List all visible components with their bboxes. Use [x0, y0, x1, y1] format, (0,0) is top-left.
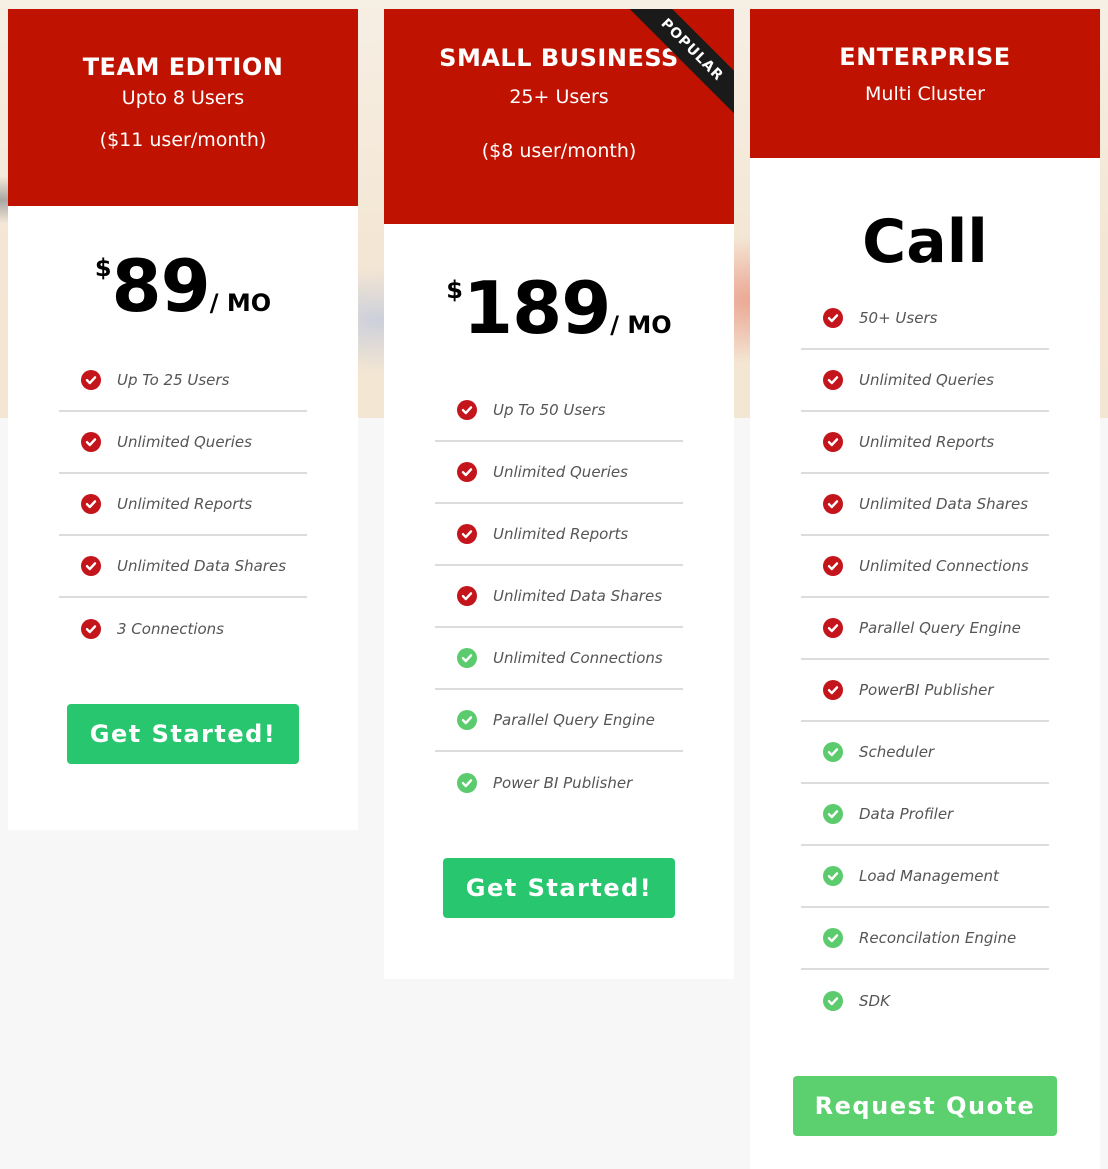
price-amount: 89: [111, 244, 211, 328]
check-circle-icon: [823, 432, 843, 452]
card-header: ENTERPRISE Multi Cluster: [750, 9, 1100, 158]
feature-label: Unlimited Data Shares: [117, 557, 287, 575]
feature-label: Unlimited Queries: [117, 433, 252, 451]
feature-item: Load Management: [801, 846, 1049, 908]
feature-item: PowerBI Publisher: [801, 660, 1049, 722]
feature-item: Reconcilation Engine: [801, 908, 1049, 970]
check-circle-icon: [81, 619, 101, 639]
check-circle-icon: [457, 586, 477, 606]
price-amount: 189: [463, 266, 611, 350]
feature-label: Unlimited Data Shares: [493, 587, 663, 605]
card-header: TEAM EDITION Upto 8 Users ($11 user/mont…: [8, 9, 358, 206]
check-circle-icon: [81, 432, 101, 452]
price-currency: $: [446, 276, 463, 304]
request-quote-button[interactable]: Request Quote: [793, 1076, 1057, 1136]
check-circle-icon: [823, 556, 843, 576]
check-circle-icon: [81, 556, 101, 576]
check-circle-icon: [81, 370, 101, 390]
feature-label: Load Management: [859, 867, 999, 885]
feature-item: Unlimited Data Shares: [801, 474, 1049, 536]
feature-label: Scheduler: [859, 743, 935, 761]
feature-item: Unlimited Connections: [435, 628, 683, 690]
feature-item: 50+ Users: [801, 288, 1049, 350]
feature-item: Unlimited Connections: [801, 536, 1049, 598]
feature-item: Power BI Publisher: [435, 752, 683, 814]
feature-label: Unlimited Data Shares: [859, 495, 1029, 513]
feature-item: Unlimited Data Shares: [59, 536, 307, 598]
check-circle-icon: [823, 928, 843, 948]
feature-item: Unlimited Reports: [59, 474, 307, 536]
check-circle-icon: [457, 462, 477, 482]
feature-label: SDK: [859, 992, 890, 1010]
check-circle-icon: [457, 773, 477, 793]
check-circle-icon: [457, 400, 477, 420]
plan-per-user-price: ($11 user/month): [99, 129, 267, 151]
feature-item: Unlimited Queries: [801, 350, 1049, 412]
feature-item: 3 Connections: [59, 598, 307, 660]
get-started-button[interactable]: Get Started!: [67, 704, 299, 764]
feature-list: Up To 50 Users Unlimited Queries Unlimited…: [435, 380, 683, 814]
price-period: / MO: [610, 311, 672, 339]
check-circle-icon: [457, 524, 477, 544]
feature-label: Up To 50 Users: [493, 401, 606, 419]
check-circle-icon: [457, 648, 477, 668]
price-period: / MO: [209, 289, 272, 317]
feature-item: Up To 25 Users: [59, 350, 307, 412]
feature-item: Data Profiler: [801, 784, 1049, 846]
feature-label: Up To 25 Users: [117, 371, 230, 389]
check-circle-icon: [823, 991, 843, 1011]
feature-label: Data Profiler: [859, 805, 954, 823]
plan-name: TEAM EDITION: [82, 53, 284, 81]
check-circle-icon: [457, 710, 477, 730]
get-started-button[interactable]: Get Started!: [443, 858, 675, 918]
feature-item: Up To 50 Users: [435, 380, 683, 442]
feature-label: Unlimited Connections: [859, 557, 1029, 575]
feature-label: Unlimited Reports: [493, 525, 629, 543]
pricing-card-team-edition: TEAM EDITION Upto 8 Users ($11 user/mont…: [8, 9, 358, 830]
feature-item: Unlimited Reports: [435, 504, 683, 566]
check-circle-icon: [823, 494, 843, 514]
feature-label: PowerBI Publisher: [859, 681, 994, 699]
feature-item: Unlimited Queries: [435, 442, 683, 504]
pricing-card-enterprise: ENTERPRISE Multi Cluster Call 50+ Users U…: [750, 9, 1100, 1169]
feature-label: Parallel Query Engine: [493, 711, 655, 729]
price-currency: $: [94, 254, 112, 282]
check-circle-icon: [823, 804, 843, 824]
check-circle-icon: [823, 370, 843, 390]
feature-label: Power BI Publisher: [493, 774, 633, 792]
feature-label: Reconcilation Engine: [859, 929, 1017, 947]
check-circle-icon: [823, 742, 843, 762]
feature-item: SDK: [801, 970, 1049, 1032]
feature-list: Up To 25 Users Unlimited Queries Unlimited…: [59, 350, 307, 660]
feature-label: 50+ Users: [859, 309, 938, 327]
plan-name: ENTERPRISE: [839, 43, 1011, 71]
plan-price: $89/ MO: [8, 246, 358, 336]
feature-label: Unlimited Reports: [859, 433, 995, 451]
feature-label: Unlimited Connections: [493, 649, 663, 667]
check-circle-icon: [823, 680, 843, 700]
check-circle-icon: [81, 494, 101, 514]
plan-price: $189/ MO: [384, 268, 734, 368]
plan-per-user-price: ($8 user/month): [481, 140, 637, 162]
feature-item: Unlimited Data Shares: [435, 566, 683, 628]
pricing-card-small-business: SMALL BUSINESS 25+ Users ($8 user/month)…: [384, 9, 734, 979]
feature-item: Unlimited Queries: [59, 412, 307, 474]
feature-label: Unlimited Reports: [117, 495, 253, 513]
feature-label: Unlimited Queries: [493, 463, 628, 481]
feature-item: Parallel Query Engine: [435, 690, 683, 752]
plan-subtitle: 25+ Users: [509, 86, 609, 108]
plan-price-call: Call: [862, 207, 988, 277]
feature-label: 3 Connections: [117, 620, 224, 638]
feature-item: Scheduler: [801, 722, 1049, 784]
feature-item: Unlimited Reports: [801, 412, 1049, 474]
check-circle-icon: [823, 618, 843, 638]
feature-item: Parallel Query Engine: [801, 598, 1049, 660]
feature-label: Unlimited Queries: [859, 371, 994, 389]
check-circle-icon: [823, 308, 843, 328]
plan-subtitle: Upto 8 Users: [121, 87, 245, 109]
feature-label: Parallel Query Engine: [859, 619, 1021, 637]
check-circle-icon: [823, 866, 843, 886]
plan-subtitle: Multi Cluster: [865, 83, 985, 105]
feature-list: 50+ Users Unlimited Queries Unlimited Repo…: [801, 288, 1049, 1032]
